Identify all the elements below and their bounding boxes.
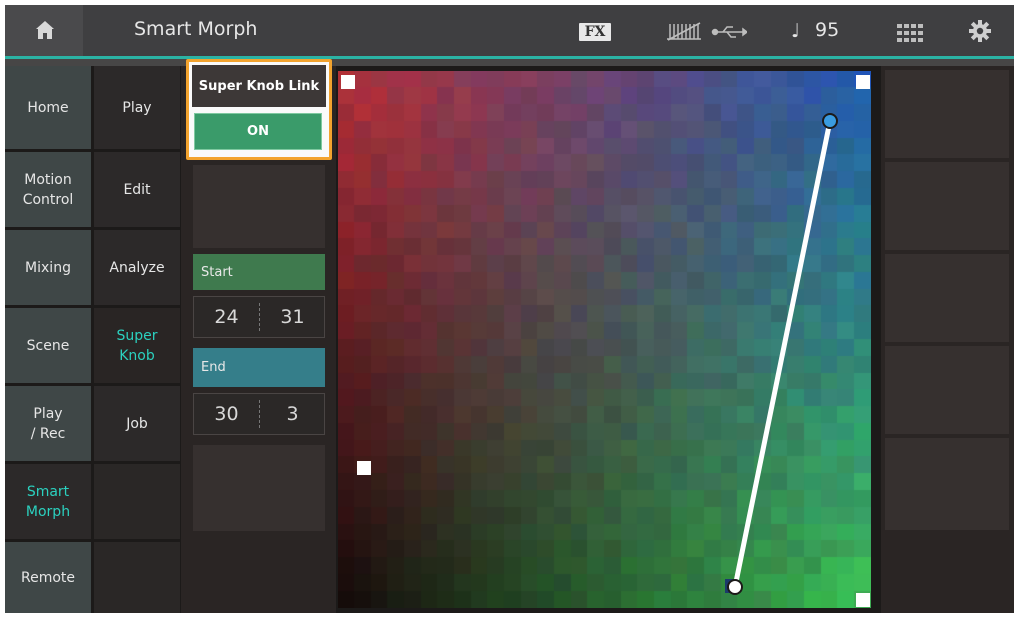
tempo-value[interactable]: 95 (815, 19, 839, 41)
subnav-job[interactable]: Job (94, 386, 180, 461)
nav-play-rec[interactable]: Play / Rec (5, 386, 91, 461)
empty-parameter-slot-bottom (193, 445, 325, 531)
corner-marker-bottom-right[interactable] (856, 593, 870, 607)
subnav-play[interactable]: Play (94, 66, 180, 149)
subnav-analyze-label: Analyze (109, 259, 165, 276)
start-values: 24 31 (193, 296, 325, 338)
nav-remote[interactable]: Remote (5, 542, 91, 613)
corner-marker-bottom-left[interactable] (357, 461, 371, 475)
subnav-super-knob[interactable]: Super Knob (94, 308, 180, 383)
end-y-value[interactable]: 3 (260, 394, 325, 434)
right-slot-4 (885, 346, 1009, 434)
header-bar: Smart Morph FX ♩ 95 (5, 5, 1014, 56)
nav-scene-label: Scene (26, 337, 70, 354)
corner-marker-top-left[interactable] (341, 75, 355, 89)
right-slot-3 (885, 254, 1009, 342)
super-knob-link-toggle[interactable]: ON (194, 113, 322, 150)
right-slot-5 (885, 438, 1009, 530)
corner-marker-top-right[interactable] (856, 75, 870, 89)
subnav-play-label: Play (122, 99, 152, 116)
subnav-analyze[interactable]: Analyze (94, 230, 180, 305)
super-knob-path-line (732, 120, 833, 588)
nav-mixing[interactable]: Mixing (5, 230, 91, 305)
usb-icon (711, 26, 747, 38)
start-x-value[interactable]: 24 (194, 297, 259, 337)
start-header: Start (193, 254, 325, 290)
start-point[interactable] (727, 579, 743, 595)
nav-home-label: Home (27, 99, 69, 116)
home-button[interactable] (5, 5, 83, 56)
grid-icon[interactable] (897, 24, 923, 42)
page-title: Smart Morph (134, 18, 258, 40)
start-y-value[interactable]: 31 (260, 297, 325, 337)
right-slot-2 (885, 162, 1009, 250)
subnav-job-label: Job (126, 415, 148, 432)
nav-smart-morph-label: Smart Morph (25, 483, 71, 520)
subnav-edit-label: Edit (123, 181, 151, 198)
nav-play-rec-label: Play / Rec (30, 405, 66, 442)
screen: Smart Morph FX ♩ 95 Home Motion Control … (5, 5, 1014, 613)
subnav-super-knob-label: Super Knob (116, 327, 158, 364)
subnav-edit[interactable]: Edit (94, 152, 180, 227)
nav-motion-control-label: Motion Control (22, 171, 74, 208)
nav-home[interactable]: Home (5, 66, 91, 149)
end-point[interactable] (822, 113, 838, 129)
note-icon: ♩ (791, 20, 800, 42)
end-x-value[interactable]: 30 (194, 394, 259, 434)
header-shadow (5, 59, 1014, 66)
gear-icon[interactable] (969, 20, 991, 42)
midi-keyboard-icon (667, 22, 701, 41)
nav-smart-morph[interactable]: Smart Morph (5, 464, 91, 539)
nav-motion-control[interactable]: Motion Control (5, 152, 91, 227)
subnav-empty-2 (94, 542, 180, 613)
fx-indicator[interactable]: FX (579, 23, 611, 41)
morph-map-overlay (341, 75, 870, 607)
empty-parameter-slot (193, 165, 325, 248)
right-slot-1 (885, 70, 1009, 158)
end-values: 30 3 (193, 393, 325, 435)
subnav-empty-1 (94, 464, 180, 539)
nav-remote-label: Remote (20, 569, 76, 586)
nav-scene[interactable]: Scene (5, 308, 91, 383)
super-knob-link-group: Super Knob Link ON (186, 59, 332, 160)
super-knob-link-title: Super Knob Link (192, 65, 326, 107)
nav-mixing-label: Mixing (25, 259, 71, 276)
home-icon (36, 21, 54, 39)
end-header: End (193, 348, 325, 387)
morph-map[interactable] (338, 71, 871, 608)
